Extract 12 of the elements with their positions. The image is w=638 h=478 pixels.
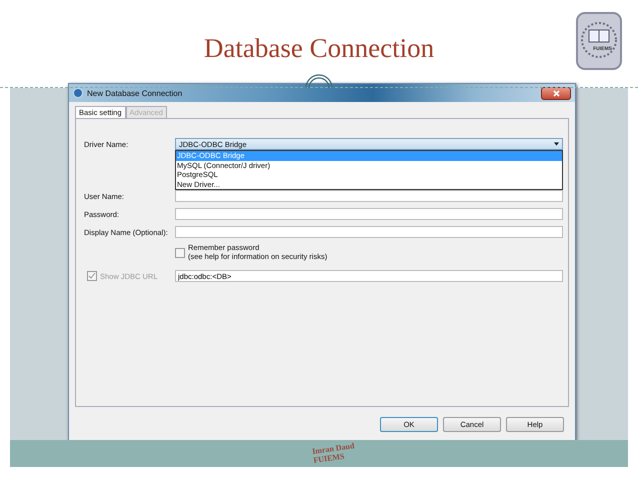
- ornament-icon: [304, 72, 334, 88]
- window-title: New Database Connection: [87, 88, 184, 98]
- input-field[interactable]: [175, 190, 563, 202]
- close-button[interactable]: [541, 86, 571, 100]
- input-field[interactable]: [175, 226, 563, 238]
- close-icon: [552, 90, 560, 96]
- app-icon: [73, 88, 83, 98]
- emblem-icon: [574, 10, 624, 72]
- checkbox[interactable]: [175, 248, 185, 258]
- input-field[interactable]: [175, 208, 563, 220]
- caret-icon: [554, 142, 559, 146]
- slide-title: Database Connection: [204, 33, 434, 64]
